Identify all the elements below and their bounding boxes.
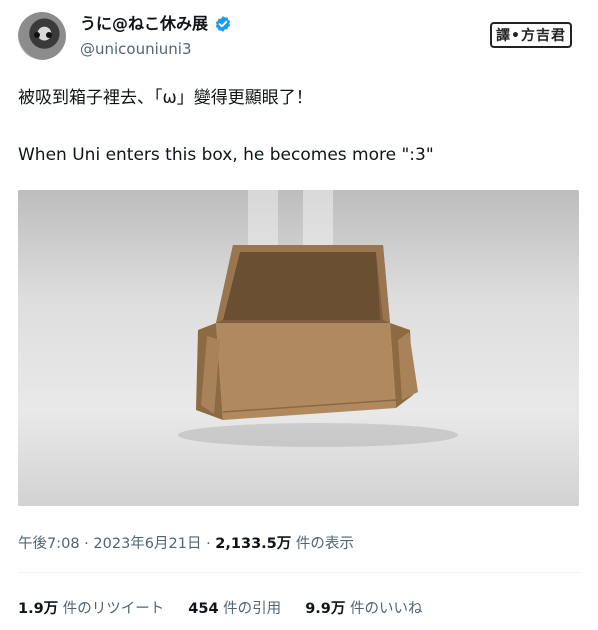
views-count: 2,133.5万 <box>215 536 292 552</box>
tweet-text: 被吸到箱子裡去、「ω」變得更顯眼了！ When Uni enters this … <box>18 86 580 167</box>
avatar[interactable] <box>18 12 66 60</box>
likes-stat[interactable]: 9.9万 件のいいね <box>305 597 422 618</box>
user-names: うに@ねこ休み展 @unicouniuni3 <box>80 13 232 60</box>
avatar-eye <box>34 32 40 38</box>
separator: · <box>79 536 94 552</box>
quotes-stat[interactable]: 454 件の引用 <box>188 597 281 618</box>
tweet-text-chinese: 被吸到箱子裡去、「ω」變得更顯眼了！ <box>18 88 313 108</box>
separator: · <box>201 536 216 552</box>
cardboard-box-image <box>18 190 579 506</box>
tweet-date[interactable]: 2023年6月21日 <box>93 536 201 552</box>
tweet-header: うに@ねこ休み展 @unicouniuni3 譯•方吉君 <box>18 12 580 62</box>
translator-stamp: 譯•方吉君 <box>490 22 572 48</box>
tweet-stats: 1.9万 件のリツイート 454 件の引用 9.9万 件のいいね <box>18 597 422 618</box>
views-label: 件の表示 <box>291 536 354 552</box>
retweets-label: 件のリツイート <box>58 601 165 617</box>
user-handle[interactable]: @unicouniuni3 <box>80 38 232 60</box>
divider <box>18 572 580 573</box>
verified-badge-icon <box>215 16 231 32</box>
retweets-count: 1.9万 <box>18 601 59 617</box>
tweet-text-english: When Uni enters this box, he becomes mor… <box>18 145 434 165</box>
tweet-meta: 午後7:08 · 2023年6月21日 · 2,133.5万 件の表示 <box>18 532 354 553</box>
likes-count: 9.9万 <box>305 601 346 617</box>
display-name-row: うに@ねこ休み展 <box>80 13 232 35</box>
tweet-time[interactable]: 午後7:08 <box>18 536 80 552</box>
display-name[interactable]: うに@ねこ休み展 <box>80 13 208 35</box>
quotes-count: 454 <box>188 601 219 617</box>
retweets-stat[interactable]: 1.9万 件のリツイート <box>18 597 164 618</box>
quotes-label: 件の引用 <box>218 601 282 617</box>
likes-label: 件のいいね <box>345 601 423 617</box>
avatar-eye <box>46 32 52 38</box>
tweet-media-video[interactable] <box>18 190 579 506</box>
